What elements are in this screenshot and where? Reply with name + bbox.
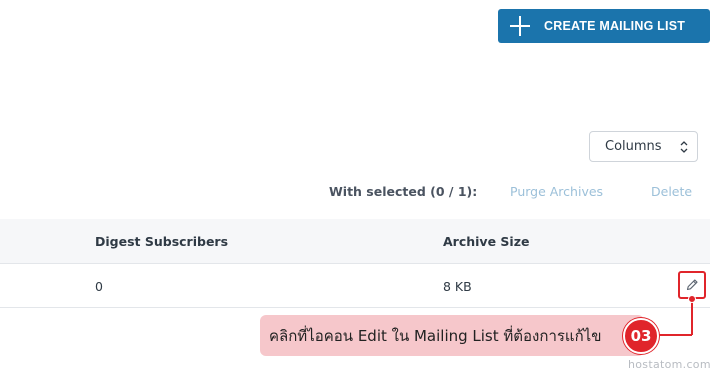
watermark: hostatom.com [628,358,711,371]
create-mailing-list-label: CREATE MAILING LIST [544,19,686,33]
annotation-callout: คลิกที่ไอคอน Edit ใน Mailing List ที่ต้อ… [260,315,644,356]
column-header-digest-subscribers[interactable]: Digest Subscribers [95,234,228,249]
with-selected-label: With selected (0 / 1): [329,184,478,199]
columns-label: Columns [605,139,662,154]
column-header-archive-size[interactable]: Archive Size [443,234,529,249]
step-badge: 03 [623,318,659,354]
cell-digest-subscribers: 0 [95,279,103,294]
table-header: Digest Subscribers Archive Size [0,219,710,264]
sort-caret-icon [680,141,688,153]
cell-archive-size: 8 KB [443,279,472,294]
plus-icon [510,16,530,36]
pencil-icon [686,279,698,291]
create-mailing-list-button[interactable]: CREATE MAILING LIST [498,9,710,43]
purge-archives-link[interactable]: Purge Archives [510,184,603,199]
columns-dropdown[interactable]: Columns [589,131,698,162]
edit-button[interactable] [678,271,706,299]
annotation-text: คลิกที่ไอคอน Edit ใน Mailing List ที่ต้อ… [269,326,602,345]
table-row: 0 8 KB [0,264,710,308]
delete-link[interactable]: Delete [651,184,692,199]
